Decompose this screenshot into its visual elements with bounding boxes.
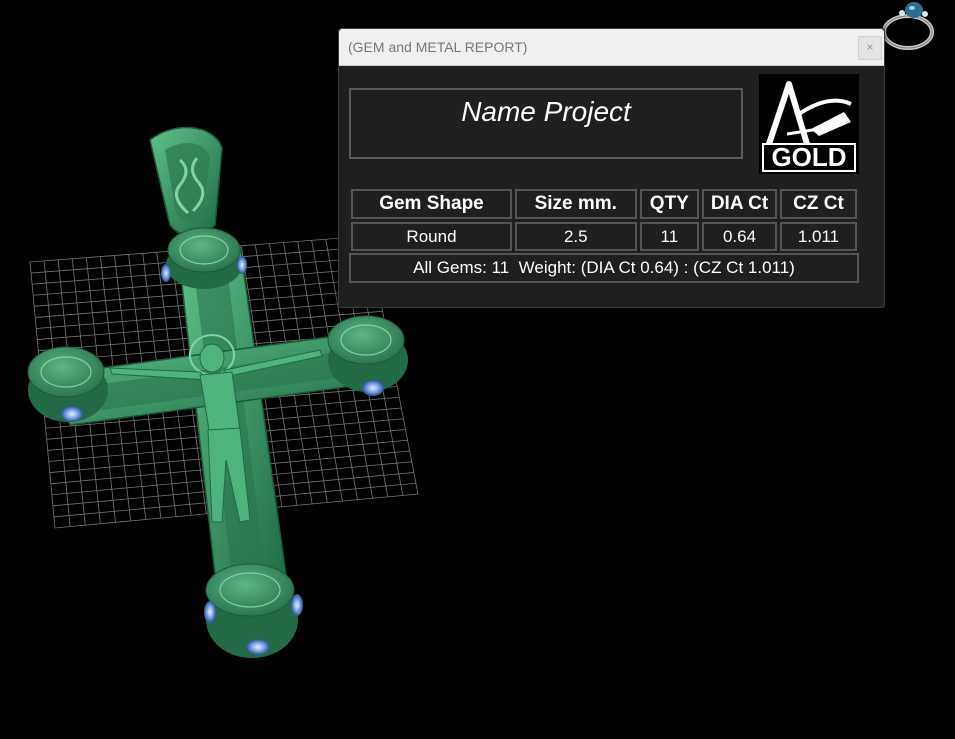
window-title: (GEM and METAL REPORT)	[348, 39, 528, 55]
project-name-box: Name Project	[349, 88, 743, 159]
close-button[interactable]: ×	[858, 36, 882, 60]
project-name: Name Project	[461, 96, 631, 127]
column-header-size: Size mm.	[514, 189, 637, 219]
svg-text:GOLD: GOLD	[771, 142, 846, 172]
close-icon: ×	[866, 40, 874, 54]
ring-icon[interactable]	[878, 0, 938, 56]
column-header-gem-shape: Gem Shape	[351, 189, 512, 219]
window-titlebar[interactable]: (GEM and METAL REPORT) ×	[339, 29, 884, 66]
cell-gem-shape: Round	[351, 222, 512, 251]
table-row: Round 2.5 11 0.64 1.011	[351, 222, 857, 251]
gem-table: Gem Shape Size mm. QTY DIA Ct CZ Ct Roun…	[348, 186, 860, 254]
cell-dia-ct: 0.64	[702, 222, 777, 251]
column-header-qty: QTY	[639, 189, 700, 219]
column-header-cz-ct: CZ Ct	[779, 189, 857, 219]
cell-cz-ct: 1.011	[779, 222, 857, 251]
gem-metal-report-window: (GEM and METAL REPORT) × Name Project GO…	[338, 28, 885, 308]
cell-size: 2.5	[514, 222, 637, 251]
column-header-dia-ct: DIA Ct	[702, 189, 777, 219]
gold-logo: GOLD	[759, 74, 859, 174]
table-header-row: Gem Shape Size mm. QTY DIA Ct CZ Ct	[351, 189, 857, 219]
summary-row: All Gems: 11 Weight: (DIA Ct 0.64) : (CZ…	[349, 253, 859, 283]
cell-qty: 11	[639, 222, 700, 251]
